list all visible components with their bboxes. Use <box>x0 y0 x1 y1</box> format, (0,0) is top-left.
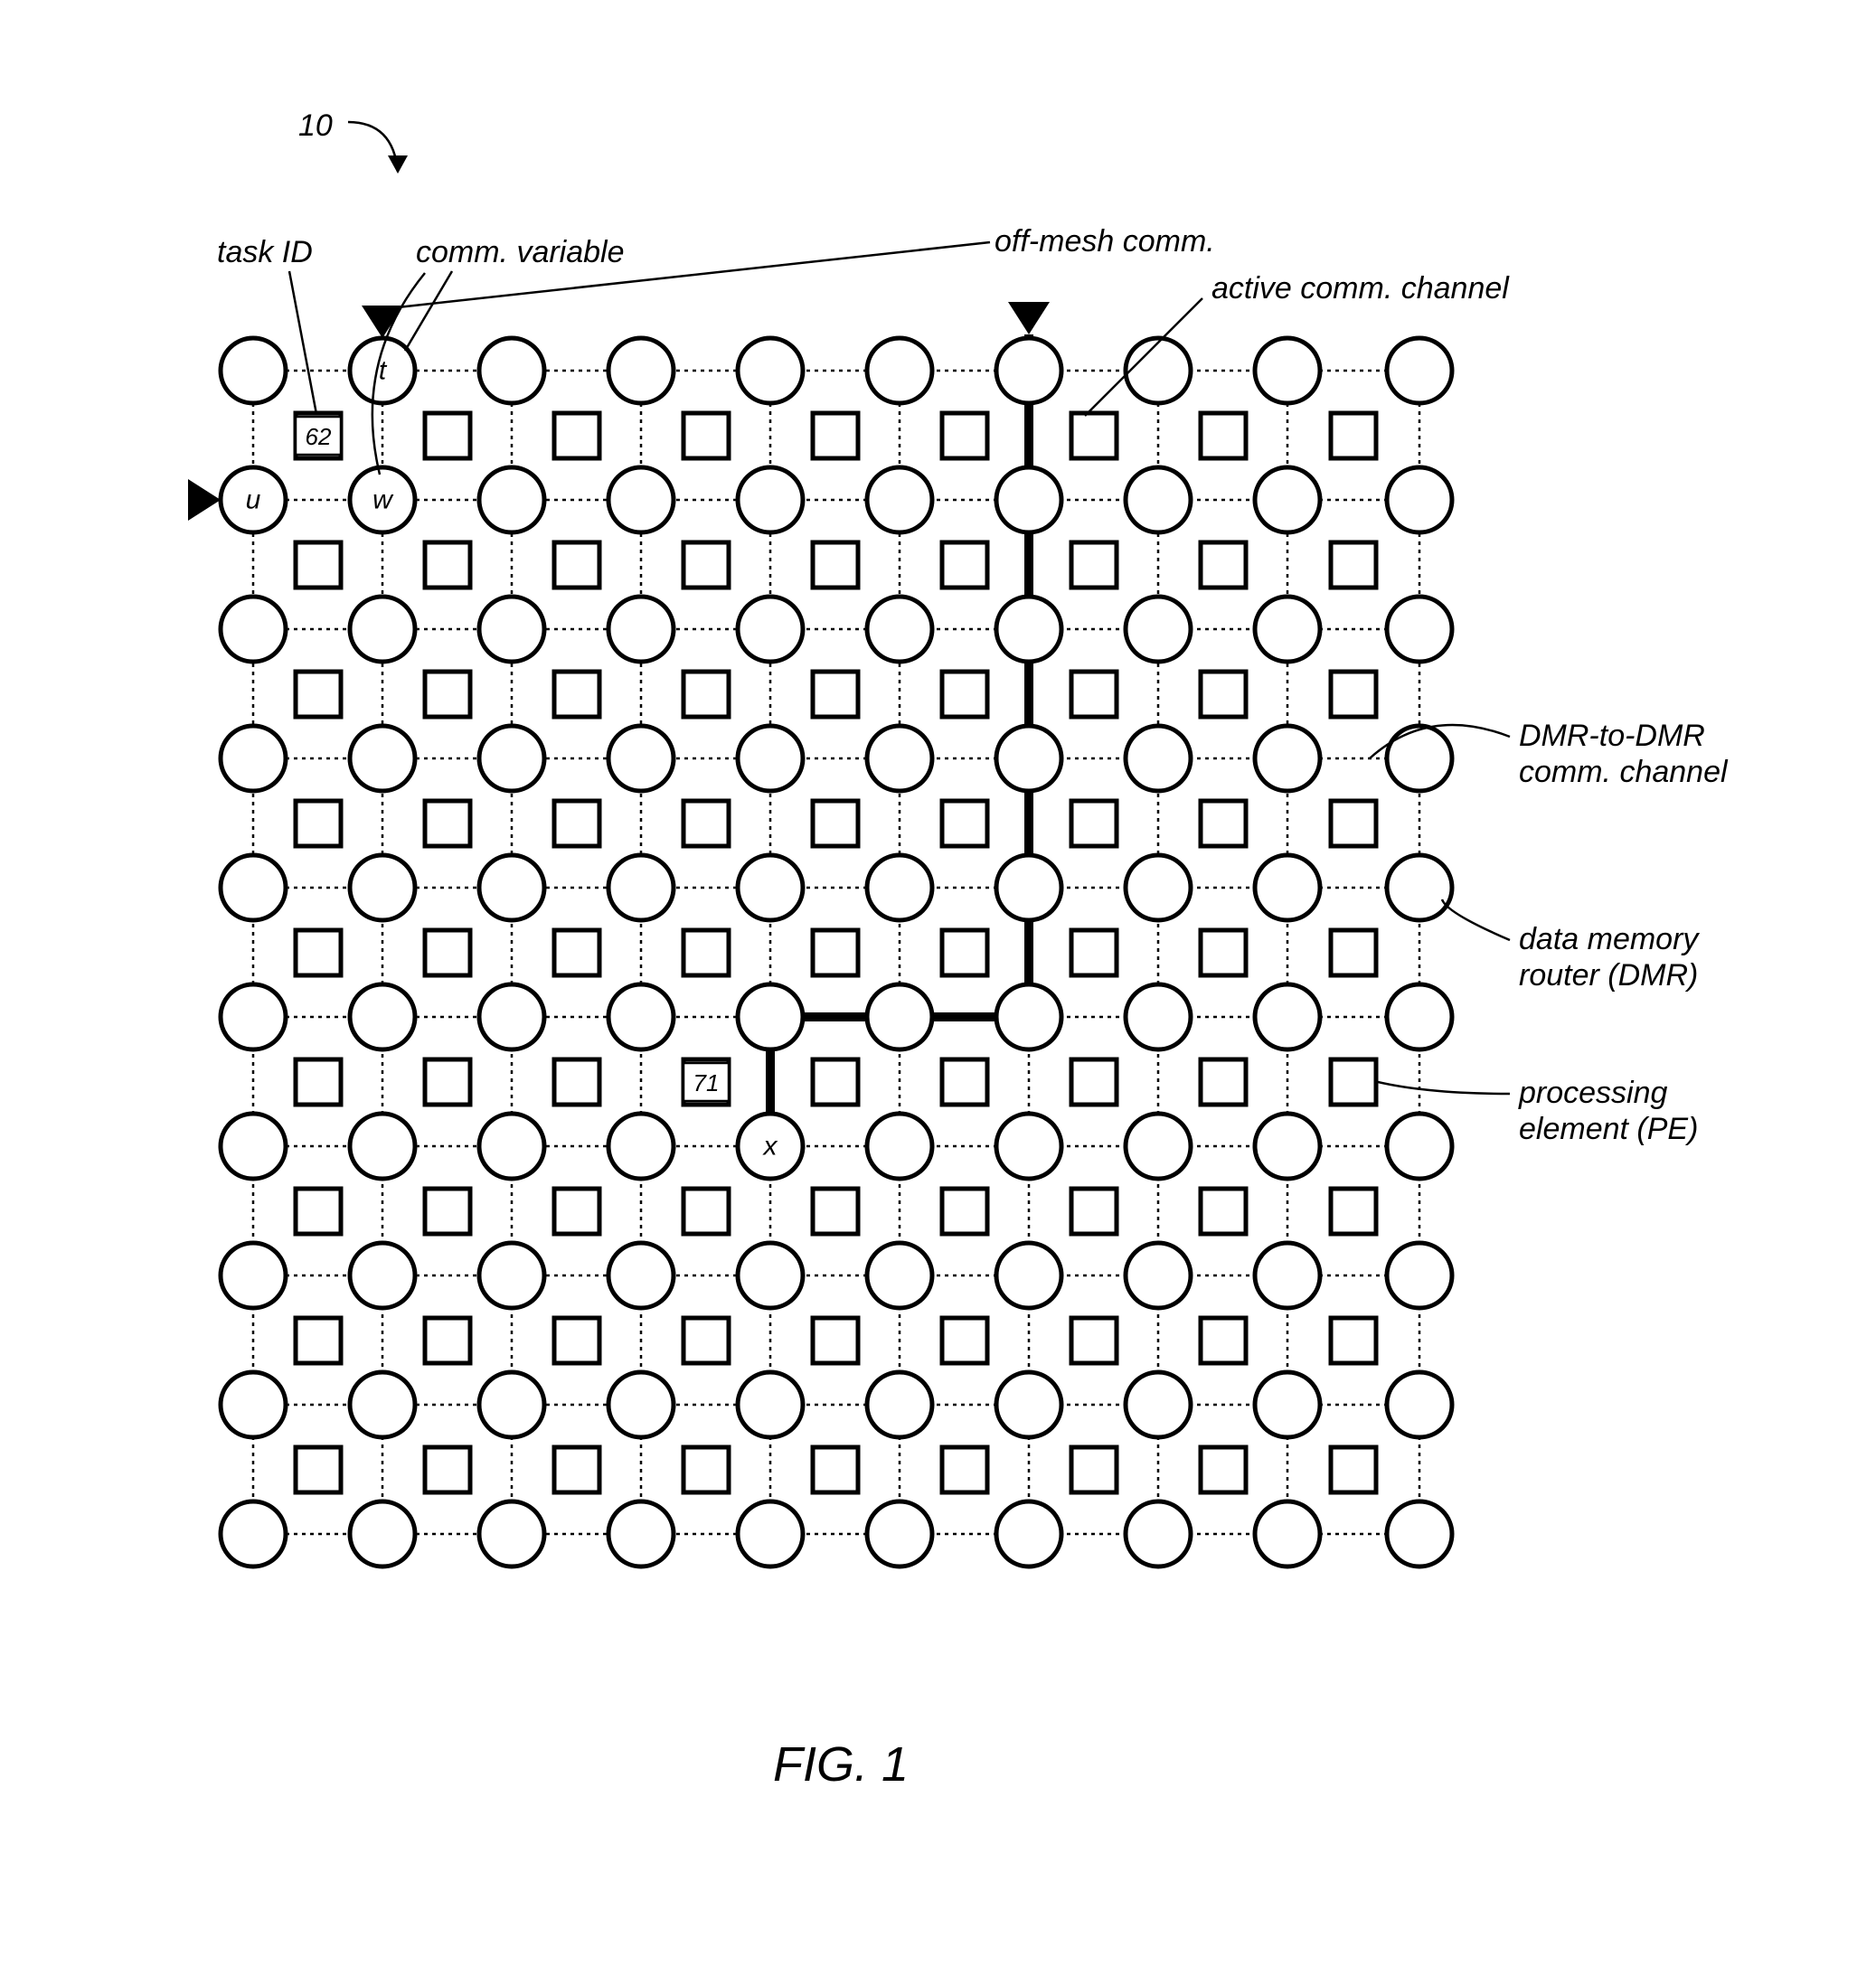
diagram-svg: 10 <box>36 36 1876 1940</box>
task-62: 62 <box>306 423 332 450</box>
mesh-grid: 62 71 t u w x <box>188 302 1452 1567</box>
node-u: u <box>246 485 261 515</box>
leader-comm-var-t <box>405 271 452 351</box>
pe-layer <box>296 413 1376 1492</box>
label-off-mesh: off-mesh comm. <box>995 224 1215 259</box>
leader-dmr <box>1442 899 1510 940</box>
leader-task-id <box>289 271 316 414</box>
arrow-t-in <box>362 306 403 338</box>
ref-arrow-head <box>388 155 408 174</box>
figure-caption: FIG. 1 <box>773 1737 909 1792</box>
label-task-id: task ID <box>217 235 313 269</box>
ref-number: 10 <box>298 108 333 143</box>
label-comm-variable: comm. variable <box>416 235 625 269</box>
arrow-6-in <box>1008 302 1050 334</box>
node-x: x <box>762 1132 778 1162</box>
node-w: w <box>372 485 394 515</box>
ref-arrow <box>348 122 398 172</box>
task-71: 71 <box>693 1069 720 1096</box>
label-dmr-to-dmr-1: DMR-to-DMR comm. channel <box>1519 719 1729 789</box>
label-active-channel: active comm. channel <box>1211 271 1510 306</box>
leader-pe <box>1378 1082 1510 1094</box>
arrow-u-in <box>188 479 221 521</box>
label-dmr-1: data memory router (DMR) <box>1519 922 1707 993</box>
label-pe-1: processing element (PE) <box>1518 1076 1698 1146</box>
